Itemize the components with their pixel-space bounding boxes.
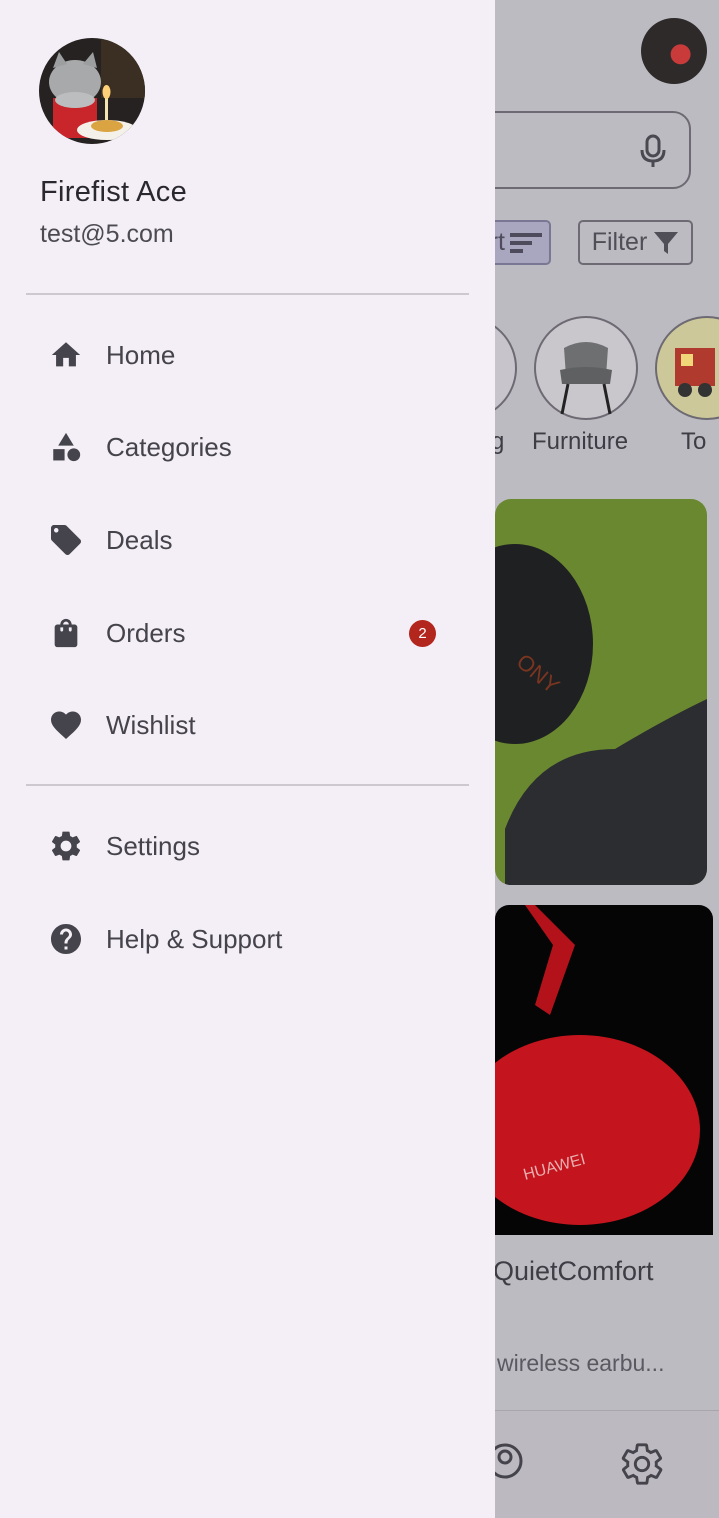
red-earbuds-image: HUAWEI: [495, 905, 700, 1225]
category-circle-toys[interactable]: [655, 316, 719, 420]
orders-count-badge: 2: [409, 619, 436, 647]
shopping-bag-icon: [48, 615, 84, 651]
microphone-icon[interactable]: [638, 134, 668, 168]
avatar[interactable]: [39, 38, 145, 144]
menu-item-label: Home: [106, 339, 176, 370]
filter-label: Filter: [591, 228, 648, 256]
help-icon: [48, 921, 84, 957]
category-label-toys: To: [681, 428, 707, 455]
user-avatar-image: [39, 38, 145, 144]
category-circle-furniture[interactable]: [534, 316, 638, 420]
home-icon: [48, 337, 84, 373]
gear-icon: [48, 828, 84, 864]
tag-icon: [48, 522, 84, 558]
background-screen: rt Filter g Furniture To: [495, 0, 719, 1518]
product-image-huawei-earbuds[interactable]: HUAWEI: [495, 905, 713, 1235]
menu-item-deals[interactable]: Deals: [0, 505, 495, 575]
product-description: wireless earbu...: [497, 1350, 665, 1376]
header-avatar[interactable]: [641, 18, 707, 84]
category-circle[interactable]: [495, 316, 517, 420]
filter-button[interactable]: Filter: [578, 220, 693, 265]
menu-item-label: Orders: [106, 617, 186, 648]
profile-email: test@5.com: [40, 220, 174, 248]
menu-item-label: Settings: [106, 830, 200, 861]
profile-icon[interactable]: [495, 1441, 523, 1481]
menu-item-label: Categories: [106, 431, 232, 462]
menu-item-label: Help & Support: [106, 923, 283, 954]
categories-icon: [48, 429, 84, 465]
divider: [26, 784, 469, 786]
menu-item-settings[interactable]: Settings: [0, 811, 495, 881]
product-image-sony-earbuds[interactable]: ONY: [495, 499, 707, 885]
menu-item-label: Deals: [106, 524, 173, 555]
menu-item-categories[interactable]: Categories: [0, 412, 495, 482]
gear-icon[interactable]: [619, 1441, 665, 1487]
filter-icon: [654, 231, 679, 254]
category-label: g: [495, 428, 505, 455]
divider: [26, 293, 469, 295]
menu-item-help-support[interactable]: Help & Support: [0, 904, 495, 974]
heart-icon: [48, 707, 84, 743]
toy-train-image: [675, 348, 715, 397]
profile-name: Firefist Ace: [40, 176, 188, 208]
menu-item-label: Wishlist: [106, 709, 196, 740]
menu-item-home[interactable]: Home: [0, 320, 495, 390]
menu-item-orders[interactable]: Orders 2: [0, 598, 495, 668]
menu-item-wishlist[interactable]: Wishlist: [0, 690, 495, 760]
earbuds-image: ONY: [495, 544, 707, 885]
category-label-furniture: Furniture: [532, 428, 629, 455]
sort-label: rt: [495, 228, 505, 256]
bottom-navigation: [495, 1410, 719, 1518]
chair-image: [560, 342, 612, 415]
sort-icon: [510, 232, 542, 253]
navigation-drawer: Firefist Ace test@5.com Home Categories …: [0, 0, 495, 1518]
product-title[interactable]: QuietComfort: [495, 1256, 654, 1287]
sort-button[interactable]: rt: [495, 220, 551, 265]
